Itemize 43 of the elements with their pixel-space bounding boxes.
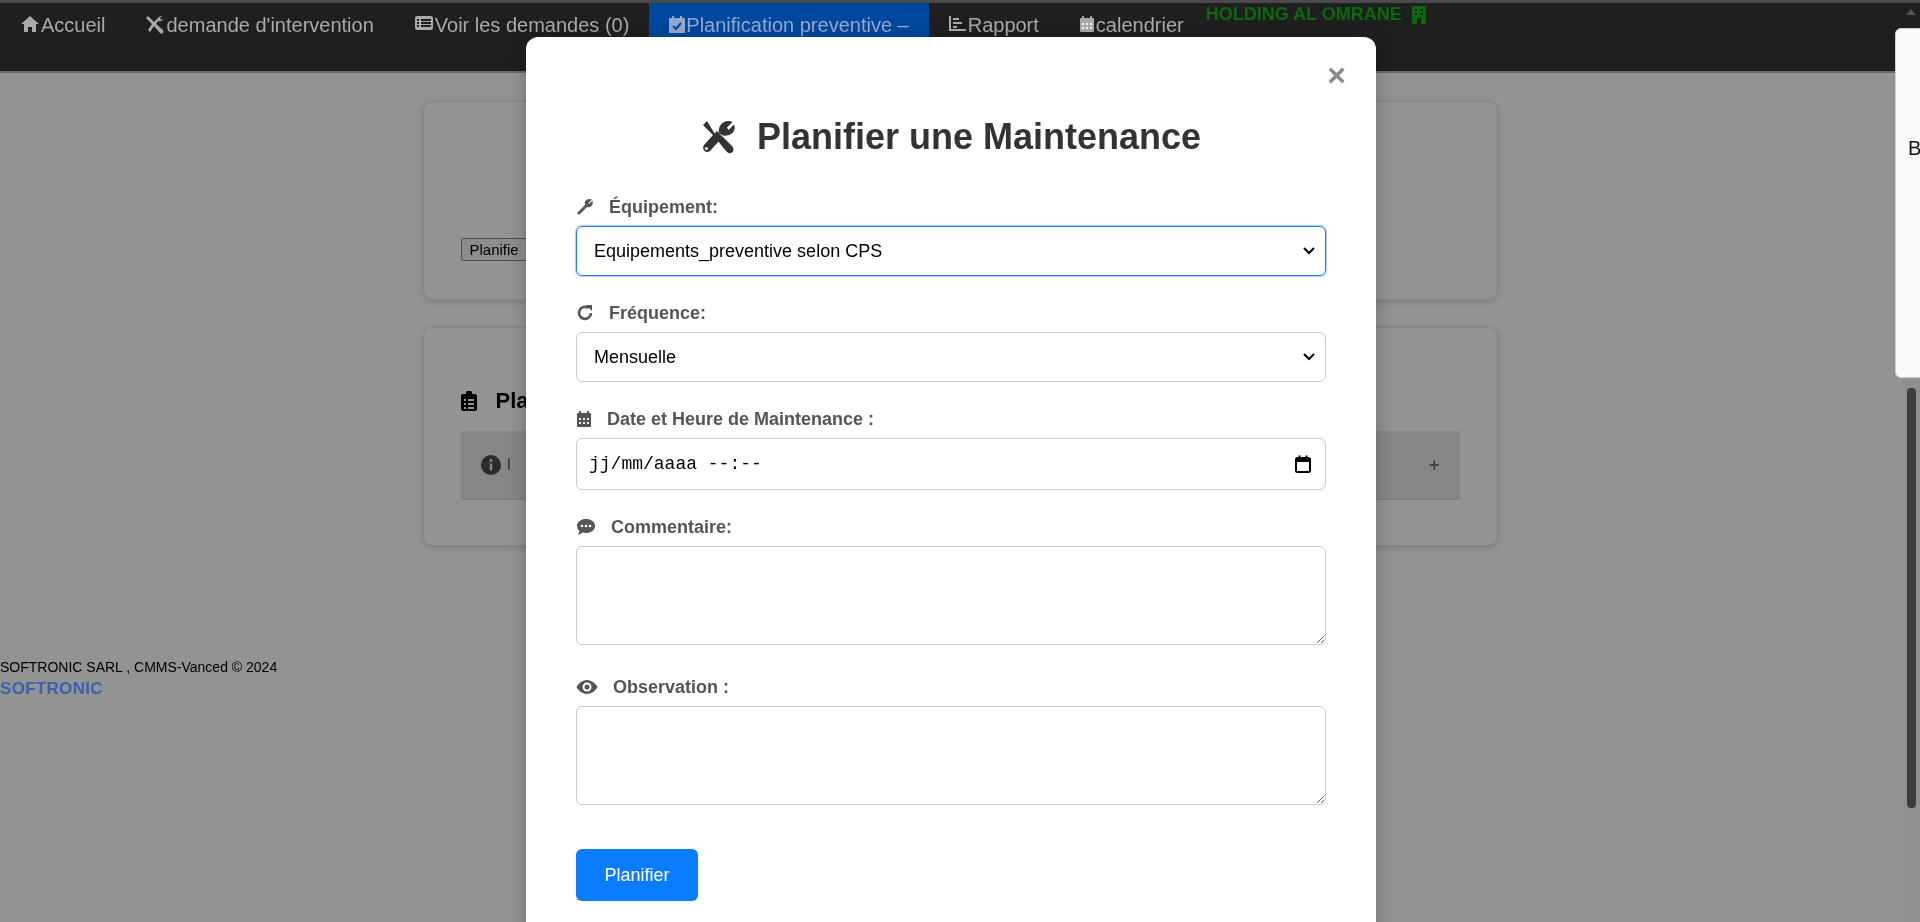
dialog-title: Planifier une Maintenance: [756, 115, 1202, 159]
row-text: I: [506, 455, 512, 475]
field-label: Date et Heure de Maintenance :: [607, 408, 875, 430]
nav-tab[interactable]: Voir les demandes (0): [393, 3, 650, 71]
eye-icon: [576, 679, 598, 695]
scroll-up-icon[interactable]: [1906, 9, 1916, 15]
company-name: HOLDING AL OMRANE: [1205, 3, 1402, 25]
plan-button[interactable]: Planifie: [460, 238, 528, 261]
submit-button[interactable]: Planifier: [576, 849, 698, 901]
select-field[interactable]: Equipements_preventive selon CPS: [576, 226, 1326, 276]
calendar-check-icon: [669, 15, 686, 33]
text-area-field[interactable]: [576, 706, 1326, 805]
copyright-text: SOFTRONIC SARL , CMMS-Vanced © 2024: [0, 659, 278, 675]
comment-icon: [576, 518, 596, 536]
company-logo: SOFTRONIC: [0, 679, 103, 699]
field-label: Observation :: [613, 676, 730, 698]
wrench-icon: [576, 198, 594, 216]
list-icon: [413, 15, 434, 31]
home-icon: [20, 15, 40, 33]
tools-icon: [145, 15, 166, 35]
text-area-field[interactable]: [576, 546, 1326, 645]
field-label: Équipement:: [609, 196, 718, 218]
chevron-icon: [1303, 247, 1315, 255]
select-field[interactable]: Mensuelle: [576, 332, 1326, 382]
chevron-icon: [1303, 353, 1315, 361]
field-label: Fréquence:: [609, 302, 707, 324]
building-icon: [1411, 5, 1426, 24]
bar-chart-icon: [948, 15, 967, 31]
tools-icon: [700, 119, 737, 155]
date-time-field[interactable]: jj/mm/aaaa --:--: [576, 438, 1326, 490]
calendar-icon: [1078, 15, 1095, 33]
calendar-icon: [1295, 455, 1311, 473]
nav-tab[interactable]: Rapport: [928, 3, 1059, 71]
panel-text: B: [1908, 137, 1920, 159]
nav-tab[interactable]: demande d'intervention: [125, 3, 394, 71]
nav-tab[interactable]: Accueil: [0, 3, 126, 71]
refresh-icon: [576, 304, 594, 322]
scrollbar[interactable]: [1903, 380, 1920, 922]
info-icon: [480, 455, 501, 475]
clipboard-icon: [460, 391, 477, 411]
calendar-icon: [576, 410, 592, 428]
nav-tab[interactable]: calendrier: [1058, 3, 1204, 71]
field-label: Commentaire:: [611, 516, 733, 538]
